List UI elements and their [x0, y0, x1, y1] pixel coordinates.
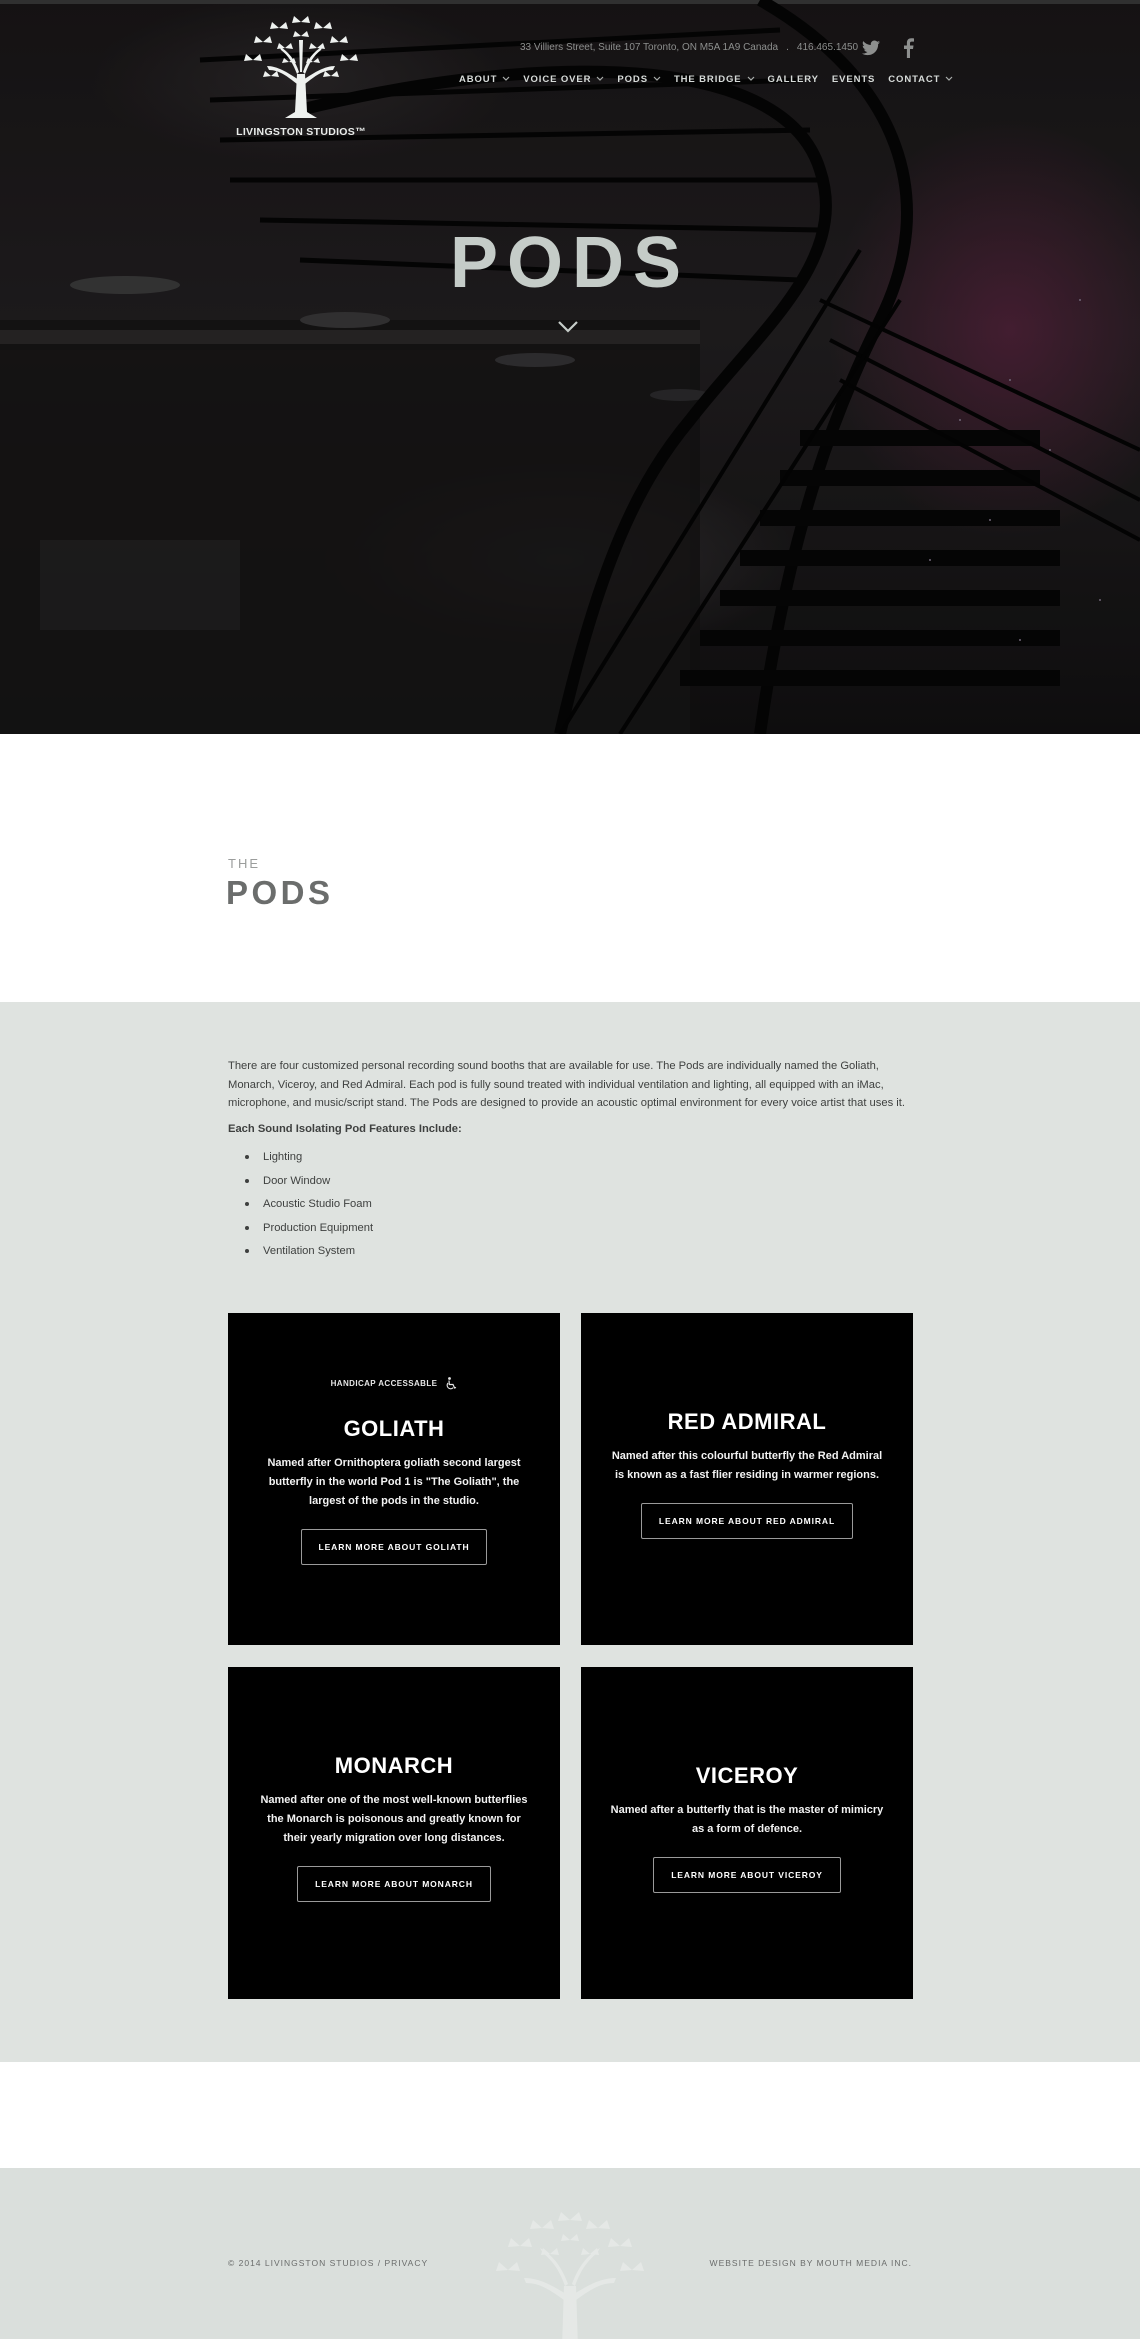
pod-card-viceroy: VICEROY Named after a butterfly that is … — [581, 1667, 913, 1999]
badge-label: HANDICAP ACCESSABLE — [330, 1379, 438, 1388]
pod-card-goliath: HANDICAP ACCESSABLE GOLIATH Named after … — [228, 1313, 560, 1645]
butterfly-tree-icon — [244, 16, 358, 118]
designer-credit-link[interactable]: WEBSITE DESIGN BY MOUTH MEDIA INC. — [710, 2258, 912, 2268]
contact-info: 33 Villiers Street, Suite 107 Toronto, O… — [516, 42, 862, 53]
pod-description: Named after one of the most well-known b… — [260, 1794, 528, 1844]
pod-title: VICEROY — [695, 1763, 799, 1788]
nav-item-the-bridge[interactable]: THE BRIDGE — [674, 72, 755, 86]
list-item: Ventilation System — [243, 1244, 373, 1268]
nav-item-label: EVENTS — [831, 73, 876, 85]
chevron-down-icon — [945, 76, 953, 81]
hero-overlay — [0, 0, 1140, 734]
handicap-badge: HANDICAP ACCESSABLE — [228, 1377, 560, 1390]
nav-item-label: THE BRIDGE — [673, 73, 742, 85]
copyright-text: © 2014 LIVINGSTON STUDIOS — [228, 2258, 375, 2268]
list-item: Acoustic Studio Foam — [243, 1197, 373, 1221]
pod-title: RED ADMIRAL — [667, 1409, 827, 1434]
main-nav: ABOUT VOICE OVER PODS THE BRIDGE GALLERY EVEN… — [459, 72, 953, 86]
nav-item-label: PODS — [617, 73, 648, 85]
pod-card-monarch: MONARCH Named after one of the most well… — [228, 1667, 560, 1999]
nav-item-contact[interactable]: CONTACT — [888, 72, 953, 86]
nav-item-about[interactable]: ABOUT — [459, 72, 510, 86]
nav-item-label: GALLERY — [767, 73, 819, 85]
chevron-down-icon — [653, 76, 661, 81]
logo-text: LIVINGSTON STUDIOS™ — [236, 126, 366, 138]
address-separator: . — [786, 42, 789, 53]
pod-card-red-admiral: RED ADMIRAL Named after this colourful b… — [581, 1313, 913, 1645]
features-list: Lighting Door Window Acoustic Studio Foa… — [243, 1150, 373, 1268]
nav-item-label: ABOUT — [459, 73, 498, 85]
footer: © 2014 LIVINGSTON STUDIOS / PRIVACY WEBS… — [0, 2168, 1140, 2339]
list-item: Door Window — [243, 1174, 373, 1198]
learn-more-monarch-button[interactable]: LEARN MORE ABOUT MONARCH — [297, 1866, 491, 1902]
chevron-down-icon[interactable] — [557, 320, 579, 334]
logo[interactable]: LIVINGSTON STUDIOS™ — [236, 14, 366, 142]
nav-item-label: VOICE OVER — [523, 73, 592, 85]
intro-section: THE PODS — [0, 734, 1140, 1002]
wheelchair-icon — [446, 1377, 457, 1390]
pod-description: Named after a butterfly that is the mast… — [610, 1804, 884, 1835]
list-item: Production Equipment — [243, 1221, 373, 1245]
nav-item-pods[interactable]: PODS — [617, 72, 661, 86]
chevron-down-icon — [747, 76, 754, 81]
footer-copyright: © 2014 LIVINGSTON STUDIOS / PRIVACY — [228, 2258, 428, 2268]
facebook-icon[interactable] — [902, 38, 914, 58]
privacy-link[interactable]: PRIVACY — [384, 2258, 428, 2268]
chevron-down-icon — [596, 76, 604, 81]
tree-watermark-icon — [496, 2212, 644, 2339]
chevron-down-icon — [502, 76, 510, 81]
pods-content: There are four customized personal recor… — [0, 1002, 1140, 2062]
learn-more-goliath-button[interactable]: LEARN MORE ABOUT GOLIATH — [300, 1529, 488, 1565]
nav-item-voice-over[interactable]: VOICE OVER — [523, 72, 604, 86]
list-item: Lighting — [243, 1150, 373, 1174]
nav-item-gallery[interactable]: GALLERY — [768, 72, 819, 86]
hero-banner: LIVINGSTON STUDIOS™ 33 Villiers Street, … — [0, 0, 1140, 734]
pod-title: GOLIATH — [343, 1416, 445, 1441]
hero-title: PODS — [449, 223, 691, 303]
pods-description: There are four customized personal recor… — [228, 1060, 905, 1109]
section-eyebrow: THE — [228, 856, 260, 871]
pod-description: Named after Ornithoptera goliath second … — [267, 1457, 521, 1507]
pod-description: Named after this colourful butterfly the… — [611, 1450, 883, 1481]
address-text: 33 Villiers Street, Suite 107 Toronto, O… — [520, 42, 779, 53]
learn-more-viceroy-button[interactable]: LEARN MORE ABOUT VICEROY — [653, 1857, 841, 1893]
nav-item-label: CONTACT — [888, 73, 941, 85]
learn-more-red-admiral-button[interactable]: LEARN MORE ABOUT RED ADMIRAL — [640, 1503, 854, 1539]
features-title: Each Sound Isolating Pod Features Includ… — [228, 1123, 462, 1135]
section-heading: PODS — [226, 874, 334, 911]
nav-item-events[interactable]: EVENTS — [832, 72, 875, 86]
phone-text[interactable]: 416.465.1450 — [797, 42, 858, 53]
twitter-icon[interactable] — [862, 40, 880, 56]
section-spacer — [0, 2062, 1140, 2168]
footer-separator: / — [374, 2258, 385, 2268]
pod-title: MONARCH — [334, 1753, 454, 1778]
